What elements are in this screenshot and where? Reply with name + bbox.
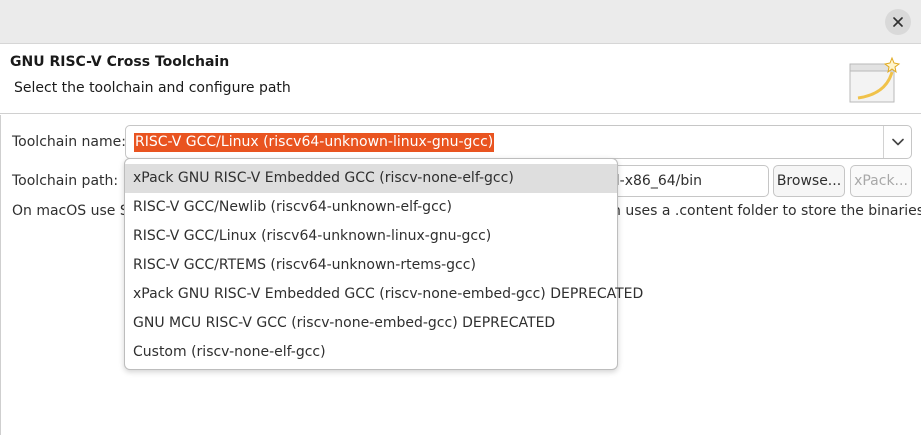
toolchain-dropdown-list[interactable]: xPack GNU RISC-V Embedded GCC (riscv-non… [124, 158, 643, 370]
close-button[interactable] [885, 9, 911, 35]
macos-note-left: On macOS use Sh [12, 203, 138, 219]
toolchain-name-combo[interactable]: RISC-V GCC/Linux (riscv64-unknown-linux-… [125, 125, 912, 159]
dropdown-item[interactable]: xPack GNU RISC-V Embedded GCC (riscv-non… [125, 280, 643, 309]
toolchain-name-label: Toolchain name: [12, 134, 126, 150]
dropdown-item[interactable]: RISC-V GCC/RTEMS (riscv64-unknown-rtems-… [125, 251, 617, 280]
wizard-header: GNU RISC-V Cross Toolchain Select the to… [0, 44, 921, 114]
combo-arrow-button[interactable] [883, 126, 911, 158]
dropdown-item[interactable]: RISC-V GCC/Newlib (riscv64-unknown-elf-g… [125, 193, 617, 222]
macos-note-right: n uses a .content folder to store the bi… [612, 203, 921, 219]
chevron-down-icon [891, 138, 904, 146]
toolchain-name-value[interactable]: RISC-V GCC/Linux (riscv64-unknown-linux-… [134, 133, 495, 152]
browse-button[interactable]: Browse... [773, 165, 845, 197]
wizard-banner-icon [849, 56, 901, 103]
close-icon [893, 17, 903, 27]
xpack-button[interactable]: xPack... [850, 165, 912, 197]
toolchain-path-input[interactable]: sl-x86_64/bin [600, 165, 769, 197]
dropdown-item[interactable]: GNU MCU RISC-V GCC (riscv-none-embed-gcc… [125, 309, 617, 338]
dropdown-item[interactable]: xPack GNU RISC-V Embedded GCC (riscv-non… [125, 164, 617, 193]
dropdown-item[interactable]: Custom (riscv-none-elf-gcc) [125, 338, 617, 367]
page-subtitle: Select the toolchain and configure path [14, 80, 291, 96]
page-title: GNU RISC-V Cross Toolchain [10, 54, 230, 70]
toolchain-path-value: sl-x86_64/bin [608, 173, 702, 189]
dropdown-item[interactable]: RISC-V GCC/Linux (riscv64-unknown-linux-… [125, 222, 617, 251]
toolchain-path-label: Toolchain path: [12, 173, 119, 189]
dialog-titlebar [0, 0, 921, 44]
